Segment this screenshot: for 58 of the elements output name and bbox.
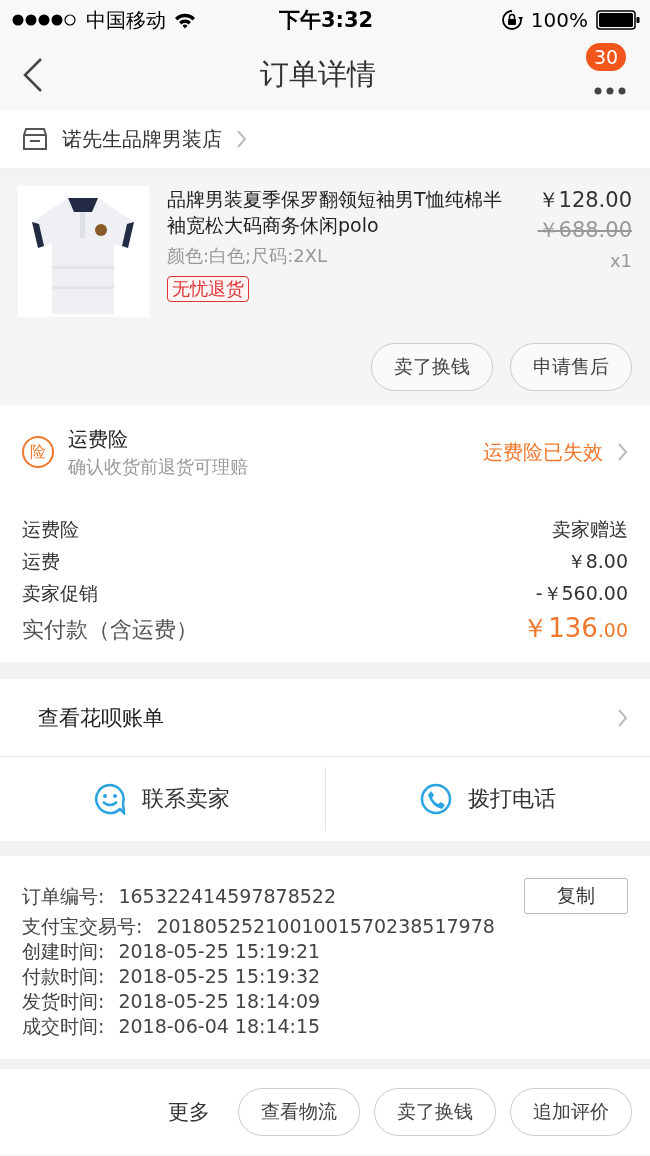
fee-label: 运费 bbox=[22, 549, 60, 574]
product-price: ￥128.00 bbox=[536, 187, 632, 214]
total-amount: ￥136 bbox=[522, 613, 598, 643]
more-icon[interactable] bbox=[594, 87, 626, 95]
info-value: 2018-05-25 18:14:09 bbox=[118, 989, 322, 1014]
chevron-right-icon[interactable] bbox=[617, 442, 628, 462]
insurance-icon: 险 bbox=[22, 436, 54, 468]
store-name[interactable]: 诺先生品牌男装店 bbox=[62, 125, 222, 153]
page-title: 订单详情 bbox=[260, 56, 376, 93]
action-button[interactable]: 追加评价 bbox=[510, 1088, 632, 1136]
rotation-lock-icon bbox=[500, 9, 523, 31]
fee-value: ￥8.00 bbox=[566, 549, 628, 574]
action-button[interactable]: 卖了换钱 bbox=[374, 1088, 496, 1136]
action-button[interactable]: 查看物流 bbox=[238, 1088, 360, 1136]
product-quantity: x1 bbox=[608, 250, 632, 271]
original-price: ￥688.00 bbox=[536, 217, 632, 244]
total-label: 实付款（含运费） bbox=[22, 616, 198, 644]
fee-value: 卖家赠送 bbox=[552, 517, 628, 542]
clock-time: 下午3:32 bbox=[278, 7, 374, 34]
return-tag: 无忧退货 bbox=[167, 276, 249, 302]
chevron-right-icon[interactable] bbox=[236, 129, 247, 149]
carrier-name: 中国移动 bbox=[86, 6, 166, 34]
info-value: 165322414597878522 bbox=[118, 883, 337, 909]
fee-label: 卖家促销 bbox=[22, 581, 98, 606]
insurance-subtitle: 确认收货前退货可理赔 bbox=[68, 454, 249, 479]
info-value: 2018052521001001570238517978 bbox=[156, 914, 496, 939]
info-label: 成交时间: bbox=[22, 1014, 105, 1039]
contact-button[interactable]: 联系卖家 bbox=[0, 757, 325, 841]
wifi-icon bbox=[174, 11, 196, 29]
action-button[interactable]: 申请售后 bbox=[510, 343, 632, 391]
copy-button[interactable]: 复制 bbox=[524, 878, 628, 914]
chat-icon bbox=[94, 783, 127, 815]
phone-icon bbox=[419, 783, 452, 815]
product-title[interactable]: 品牌男装夏季保罗翻领短袖男T恤纯棉半袖宽松大码商务休闲polo bbox=[167, 186, 510, 238]
info-value: 2018-06-04 18:14:15 bbox=[118, 1014, 322, 1039]
battery-percent: 100% bbox=[530, 8, 588, 32]
info-label: 订单编号: bbox=[22, 883, 105, 909]
fee-label: 运费险 bbox=[22, 517, 79, 542]
total-decimals: .00 bbox=[597, 619, 628, 641]
insurance-title: 运费险 bbox=[68, 425, 129, 453]
back-icon[interactable] bbox=[22, 57, 44, 93]
info-value: 2018-05-25 15:19:32 bbox=[118, 964, 322, 989]
contact-button[interactable]: 拨打电话 bbox=[324, 767, 650, 831]
chevron-right-icon[interactable] bbox=[617, 707, 628, 728]
fee-value: -￥560.00 bbox=[535, 581, 628, 606]
more-label[interactable]: 更多 bbox=[168, 1098, 210, 1126]
product-spec: 颜色:白色;尺码:2XL bbox=[167, 244, 328, 268]
info-value: 2018-05-25 15:19:21 bbox=[118, 939, 322, 964]
info-label: 付款时间: bbox=[22, 964, 105, 989]
battery-icon bbox=[596, 10, 640, 30]
action-button[interactable]: 卖了换钱 bbox=[371, 343, 493, 391]
info-label: 创建时间: bbox=[22, 939, 105, 964]
info-label: 发货时间: bbox=[22, 989, 105, 1014]
store-icon bbox=[22, 127, 48, 151]
notification-badge: 30 bbox=[586, 43, 627, 71]
bill-link[interactable]: 查看花呗账单 bbox=[38, 703, 164, 732]
info-label: 支付宝交易号: bbox=[22, 914, 143, 939]
signal-icon bbox=[12, 13, 78, 27]
